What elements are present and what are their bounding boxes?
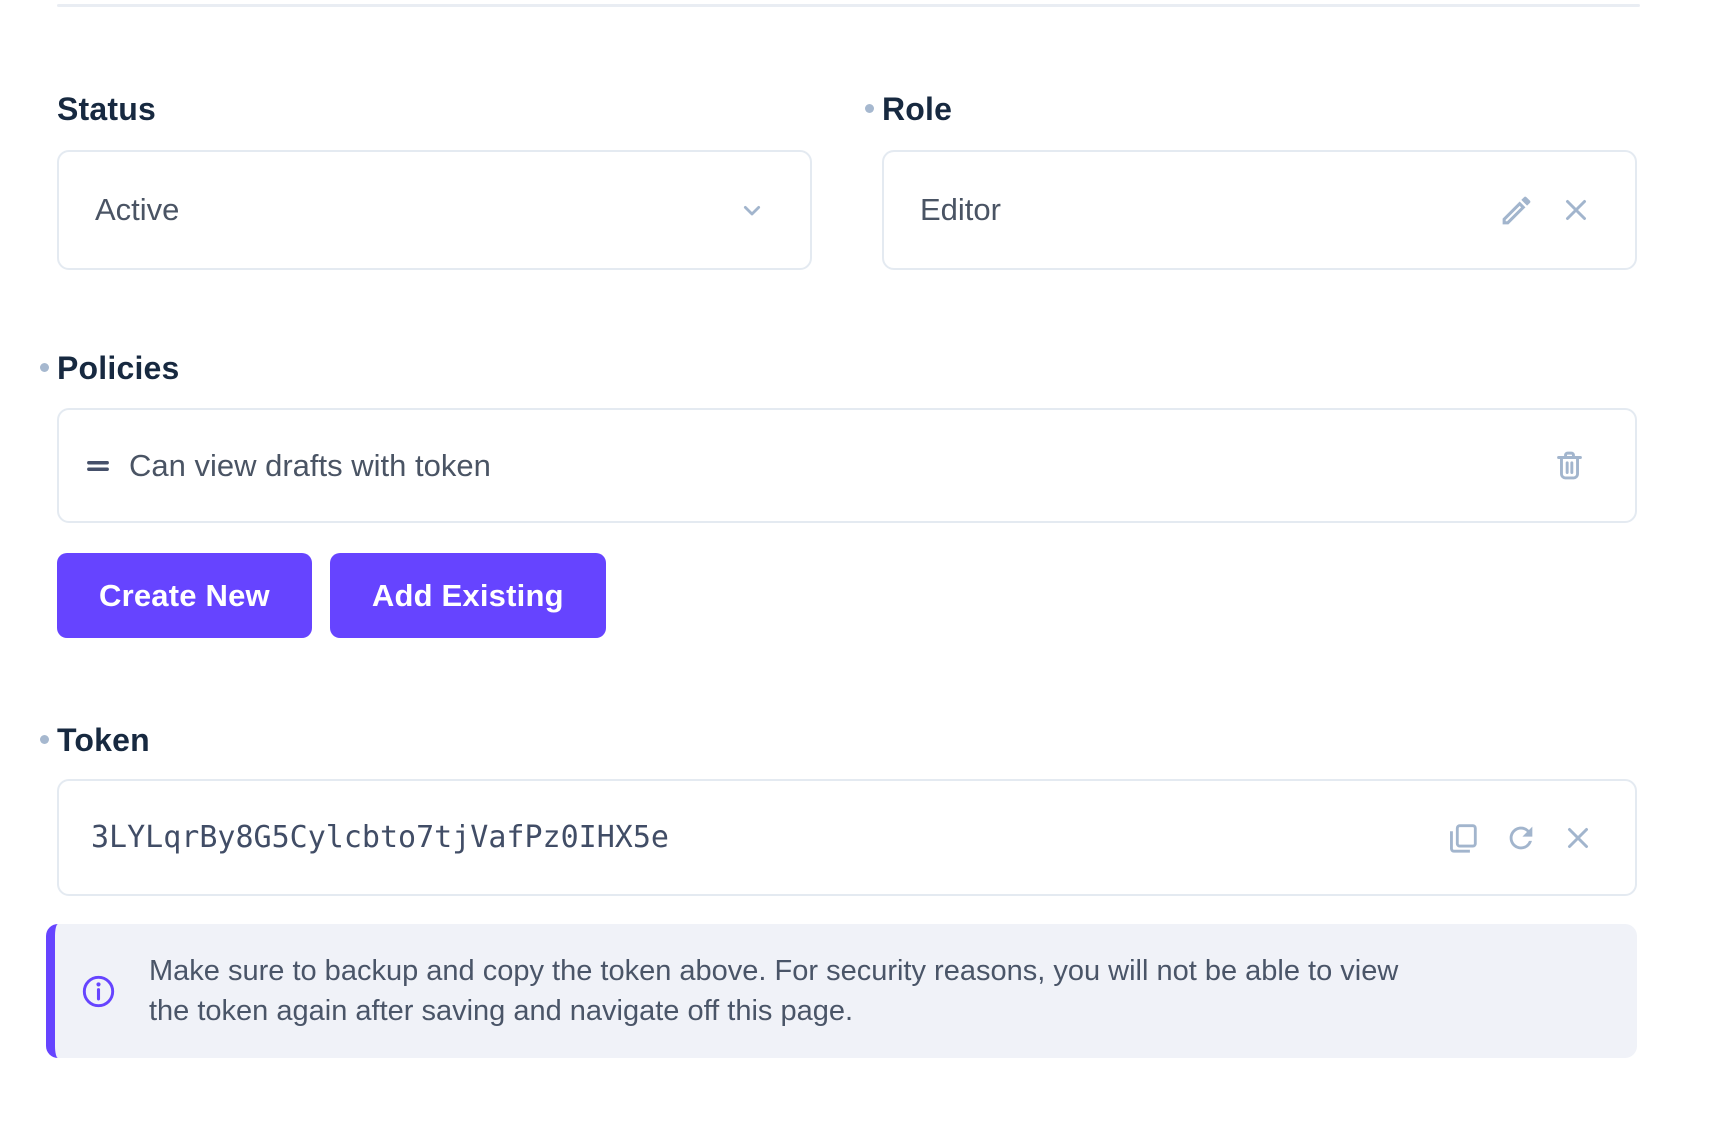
token-label-text: Token xyxy=(57,722,150,758)
token-label: Token xyxy=(57,722,1637,758)
form-content: Status Active Role Editor xyxy=(57,7,1637,1058)
policies-label: Policies xyxy=(57,350,1637,386)
role-field-group: Role Editor xyxy=(882,91,1637,270)
required-indicator xyxy=(865,104,874,113)
notice-text: Make sure to backup and copy the token a… xyxy=(149,951,1398,1031)
trash-icon[interactable] xyxy=(1552,448,1587,483)
notice-line-1: Make sure to backup and copy the token a… xyxy=(149,951,1398,991)
drag-handle-icon[interactable] xyxy=(81,449,115,483)
chevron-down-icon[interactable] xyxy=(736,194,768,226)
regenerate-icon[interactable] xyxy=(1504,821,1538,855)
deselect-x-icon[interactable] xyxy=(1559,193,1593,227)
token-notice: Make sure to backup and copy the token a… xyxy=(46,924,1637,1058)
status-role-row: Status Active Role Editor xyxy=(57,91,1637,270)
status-field-group: Status Active xyxy=(57,91,812,270)
policy-list-item[interactable]: Can view drafts with token xyxy=(57,408,1637,523)
token-actions xyxy=(1445,820,1595,856)
copy-icon[interactable] xyxy=(1445,820,1481,856)
token-section: Token 3LYLqrBy8G5Cylcbto7tjVafPz0IHX5e xyxy=(57,722,1637,1058)
status-value: Active xyxy=(95,192,736,228)
required-indicator xyxy=(40,735,49,744)
status-label: Status xyxy=(57,91,812,127)
policies-label-text: Policies xyxy=(57,350,180,386)
role-field[interactable]: Editor xyxy=(882,150,1637,270)
info-icon xyxy=(80,973,117,1010)
required-indicator xyxy=(40,363,49,372)
token-field[interactable]: 3LYLqrBy8G5Cylcbto7tjVafPz0IHX5e xyxy=(57,779,1637,896)
edit-pencil-icon[interactable] xyxy=(1498,192,1535,229)
role-value: Editor xyxy=(920,192,1498,228)
policy-name: Can view drafts with token xyxy=(129,448,1552,484)
status-select[interactable]: Active xyxy=(57,150,812,270)
token-value: 3LYLqrBy8G5Cylcbto7tjVafPz0IHX5e xyxy=(91,820,1445,855)
user-detail-form: Status Active Role Editor xyxy=(0,0,1736,1132)
policy-buttons: Create New Add Existing xyxy=(57,553,1637,638)
create-new-button[interactable]: Create New xyxy=(57,553,312,638)
clear-x-icon[interactable] xyxy=(1561,821,1595,855)
add-existing-button[interactable]: Add Existing xyxy=(330,553,606,638)
role-label-text: Role xyxy=(882,91,952,127)
role-label: Role xyxy=(882,91,1637,127)
notice-line-2: the token again after saving and navigat… xyxy=(149,991,1398,1031)
policies-section: Policies Can view drafts with token xyxy=(57,350,1637,638)
